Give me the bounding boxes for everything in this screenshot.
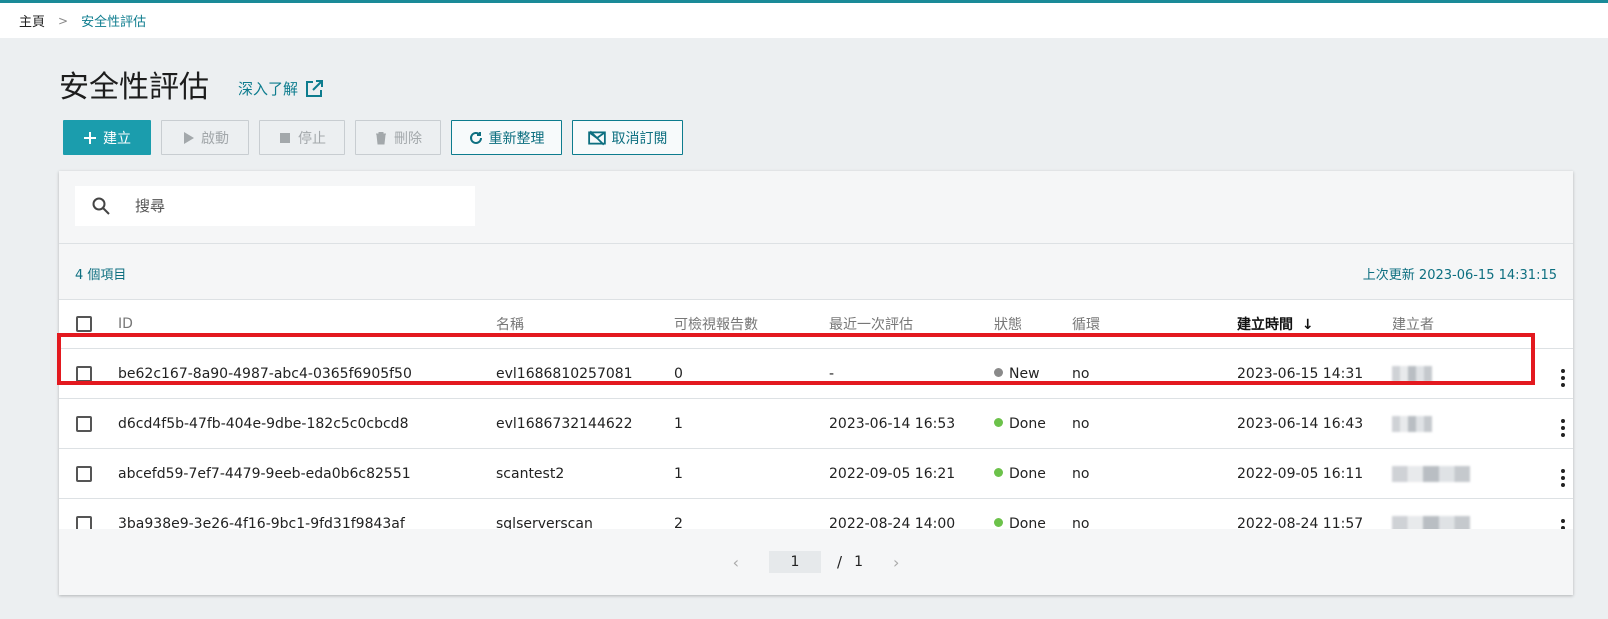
cell-created: 2022-09-05 16:11 bbox=[1236, 448, 1391, 499]
redacted-creator bbox=[1392, 365, 1432, 382]
more-actions-icon[interactable] bbox=[1561, 368, 1566, 387]
row-checkbox[interactable] bbox=[76, 365, 92, 382]
plus-icon bbox=[84, 131, 96, 144]
more-actions-icon[interactable] bbox=[1561, 418, 1566, 437]
created-header-label: 建立時間 bbox=[1237, 317, 1293, 333]
search-icon bbox=[92, 197, 110, 215]
start-label: 啟動 bbox=[201, 129, 229, 146]
column-header-created[interactable]: 建立時間 ↓ bbox=[1236, 300, 1391, 349]
cell-creator bbox=[1391, 398, 1561, 449]
column-header-status[interactable]: 狀態 bbox=[993, 300, 1071, 349]
table-row[interactable]: d6cd4f5b-47fb-404e-9dbe-182c5c0cbcd8 evl… bbox=[59, 398, 1573, 449]
delete-button[interactable]: 刪除 bbox=[355, 120, 441, 155]
page-total: 1 bbox=[854, 554, 863, 570]
status-text: Done bbox=[1009, 465, 1046, 482]
cell-creator bbox=[1391, 448, 1561, 499]
last-updated: 上次更新 2023-06-15 14:31:15 bbox=[1362, 268, 1557, 283]
create-button[interactable]: 建立 bbox=[63, 120, 151, 155]
page-separator: / bbox=[837, 553, 843, 571]
cell-id[interactable]: d6cd4f5b-47fb-404e-9dbe-182c5c0cbcd8 bbox=[117, 398, 495, 449]
status-text: Done bbox=[1009, 415, 1046, 432]
delete-label: 刪除 bbox=[394, 129, 422, 146]
cell-recurring: no bbox=[1071, 448, 1236, 499]
cell-name: evl1686732144622 bbox=[495, 398, 673, 449]
table-info-bar: 4 個項目 上次更新 2023-06-15 14:31:15 bbox=[59, 244, 1573, 300]
start-button[interactable]: 啟動 bbox=[161, 120, 249, 155]
cell-status: Done bbox=[993, 448, 1071, 499]
status-dot-icon bbox=[994, 368, 1003, 377]
cell-id[interactable]: be62c167-8a90-4987-abc4-0365f6905f50 bbox=[117, 348, 495, 399]
cell-created: 2023-06-15 14:31 bbox=[1236, 348, 1391, 399]
refresh-button[interactable]: 重新整理 bbox=[451, 120, 562, 155]
refresh-label: 重新整理 bbox=[488, 129, 545, 146]
cell-name: scantest2 bbox=[495, 448, 673, 499]
status-dot-icon bbox=[994, 418, 1003, 427]
breadcrumb: 主頁 > 安全性評估 bbox=[0, 3, 1608, 38]
redacted-creator bbox=[1392, 415, 1432, 432]
column-header-name[interactable]: 名稱 bbox=[495, 300, 673, 349]
cell-created: 2023-06-14 16:43 bbox=[1236, 398, 1391, 449]
stop-button[interactable]: 停止 bbox=[259, 120, 345, 155]
learn-more-label: 深入了解 bbox=[238, 80, 299, 98]
cell-status: New bbox=[993, 348, 1071, 399]
stop-icon bbox=[280, 132, 290, 143]
column-header-creator[interactable]: 建立者 bbox=[1391, 300, 1561, 349]
create-label: 建立 bbox=[103, 129, 131, 146]
column-header-reports[interactable]: 可檢視報告數 bbox=[673, 300, 828, 349]
search-input[interactable] bbox=[133, 196, 457, 216]
refresh-icon bbox=[469, 131, 482, 144]
assessment-table-card: 4 個項目 上次更新 2023-06-15 14:31:15 ID 名稱 可檢視… bbox=[59, 171, 1573, 595]
mail-off-icon bbox=[587, 130, 606, 145]
external-link-icon bbox=[306, 79, 324, 97]
play-icon bbox=[184, 131, 194, 144]
search-box bbox=[75, 186, 475, 226]
search-bar bbox=[59, 171, 1573, 244]
redacted-creator bbox=[1392, 465, 1470, 482]
next-page-icon[interactable]: › bbox=[893, 553, 899, 572]
status-dot-icon bbox=[994, 518, 1003, 527]
breadcrumb-separator: > bbox=[58, 13, 69, 28]
row-checkbox[interactable] bbox=[76, 415, 92, 432]
page-number-input[interactable]: 1 bbox=[769, 551, 821, 573]
cell-recurring: no bbox=[1071, 348, 1236, 399]
cell-reports: 1 bbox=[673, 448, 828, 499]
item-count: 4 個項目 bbox=[75, 268, 127, 283]
status-dot-icon bbox=[994, 468, 1003, 477]
cell-reports: 1 bbox=[673, 398, 828, 449]
sort-down-icon: ↓ bbox=[1301, 317, 1314, 333]
table-header-row: ID 名稱 可檢視報告數 最近一次評估 狀態 循環 建立時間 ↓ 建立者 bbox=[59, 300, 1573, 349]
learn-more-link[interactable]: 深入了解 bbox=[238, 78, 324, 99]
unsubscribe-label: 取消訂閱 bbox=[611, 129, 668, 146]
assessment-table: ID 名稱 可檢視報告數 最近一次評估 狀態 循環 建立時間 ↓ 建立者 be6… bbox=[59, 300, 1573, 549]
cell-last-eval: - bbox=[828, 348, 993, 399]
status-text: New bbox=[1009, 365, 1040, 382]
column-header-id[interactable]: ID bbox=[117, 300, 495, 349]
select-all-checkbox[interactable] bbox=[76, 316, 92, 332]
table-row[interactable]: be62c167-8a90-4987-abc4-0365f6905f50 evl… bbox=[59, 348, 1573, 399]
column-header-last-eval[interactable]: 最近一次評估 bbox=[828, 300, 993, 349]
cell-reports: 0 bbox=[673, 348, 828, 399]
table-row[interactable]: abcefd59-7ef7-4479-9eeb-eda0b6c82551 sca… bbox=[59, 448, 1573, 499]
page-title: 安全性評估 bbox=[59, 70, 209, 105]
cell-recurring: no bbox=[1071, 398, 1236, 449]
cell-creator bbox=[1391, 348, 1561, 399]
unsubscribe-button[interactable]: 取消訂閱 bbox=[572, 120, 683, 155]
cell-last-eval: 2022-09-05 16:21 bbox=[828, 448, 993, 499]
breadcrumb-current[interactable]: 安全性評估 bbox=[81, 11, 146, 30]
more-actions-icon[interactable] bbox=[1561, 468, 1566, 487]
cell-status: Done bbox=[993, 398, 1071, 449]
cell-name: evl1686810257081 bbox=[495, 348, 673, 399]
pagination: ‹ 1 / 1 › bbox=[59, 529, 1573, 595]
toolbar: 建立 啟動 停止 刪除 重新整理 取消訂閱 bbox=[63, 120, 683, 155]
stop-label: 停止 bbox=[298, 129, 326, 146]
trash-icon bbox=[376, 131, 386, 144]
row-checkbox[interactable] bbox=[76, 465, 92, 482]
cell-id[interactable]: abcefd59-7ef7-4479-9eeb-eda0b6c82551 bbox=[117, 448, 495, 499]
cell-last-eval: 2023-06-14 16:53 bbox=[828, 398, 993, 449]
column-header-recurring[interactable]: 循環 bbox=[1071, 300, 1236, 349]
breadcrumb-home[interactable]: 主頁 bbox=[19, 11, 45, 30]
prev-page-icon[interactable]: ‹ bbox=[733, 553, 739, 572]
